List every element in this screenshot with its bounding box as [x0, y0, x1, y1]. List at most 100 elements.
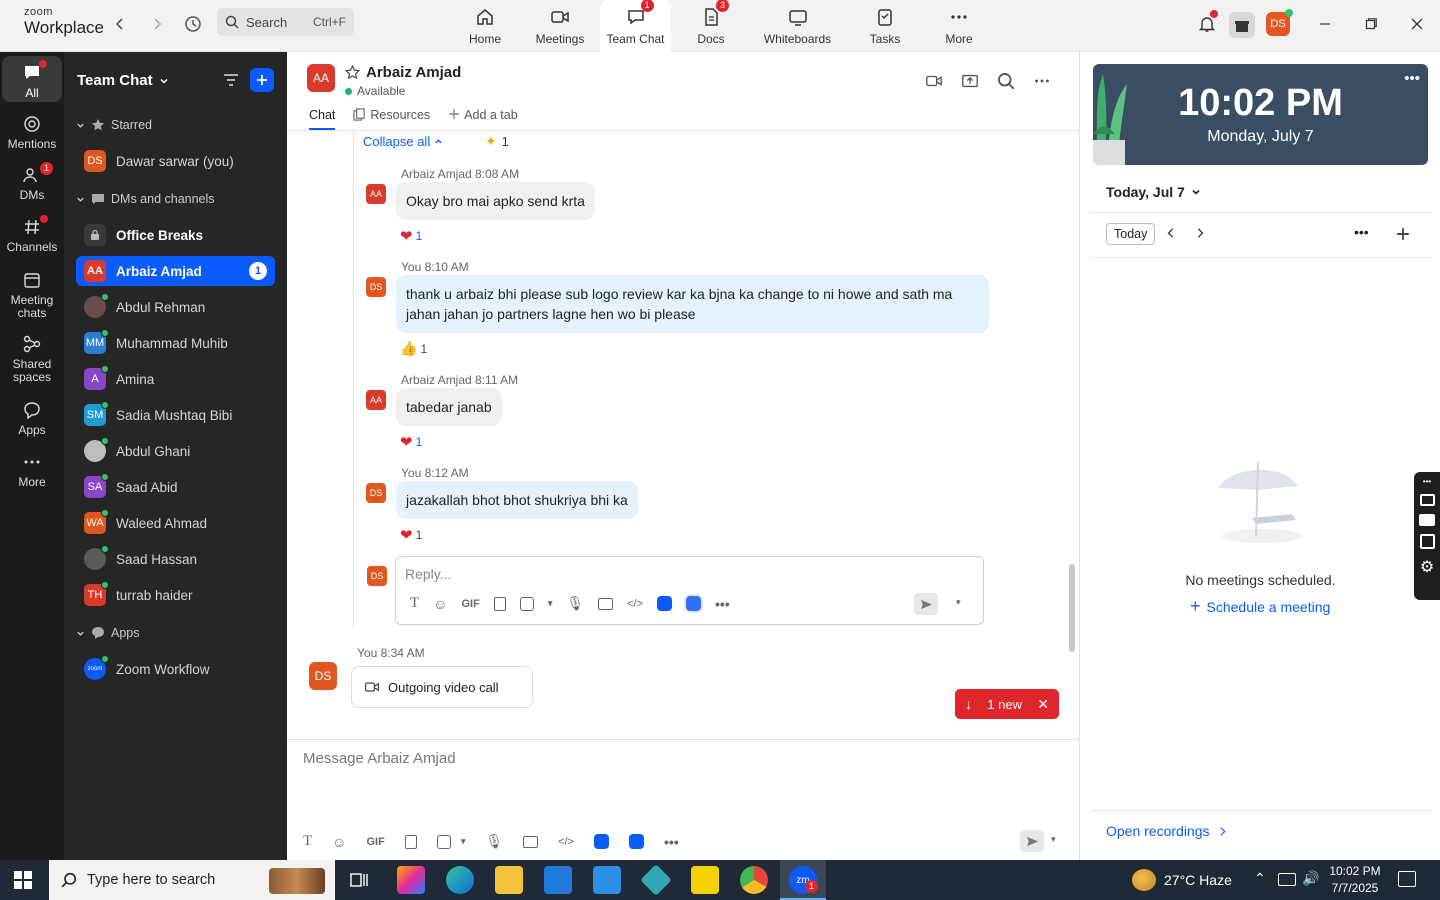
ai-summary-chip[interactable]: ✦ 1 [485, 133, 509, 150]
app-icon[interactable] [684, 594, 704, 613]
day-selector[interactable]: Today, Jul 7 [1106, 184, 1201, 200]
video-message-icon[interactable] [598, 597, 614, 610]
sticky-notes-icon[interactable] [691, 866, 719, 894]
back-icon[interactable] [108, 12, 132, 36]
filter-icon[interactable] [222, 71, 240, 89]
list-item-sadia[interactable]: SM Sadia Mushtaq Bibi [76, 400, 275, 430]
reaction-heart[interactable]: ❤ 1 [400, 227, 422, 245]
prev-day-icon[interactable] [1166, 228, 1176, 238]
video-call-icon[interactable] [925, 72, 943, 90]
list-item-muhammad-muhib[interactable]: MM Muhammad Muhib [76, 328, 275, 358]
tab-tasks[interactable]: Tasks [866, 0, 904, 52]
rail-channels[interactable]: Channels [2, 215, 62, 254]
task-view-icon[interactable] [350, 871, 368, 889]
microphone-icon[interactable]: 🎙 [566, 595, 584, 612]
rail-more[interactable]: More [2, 453, 62, 489]
section-dms-channels[interactable]: DMs and channels [76, 192, 215, 206]
tab-team-chat[interactable]: 1 Team Chat [600, 0, 671, 52]
copilot-app-icon[interactable] [397, 866, 425, 894]
rail-mentions[interactable]: Mentions [2, 115, 62, 151]
app-icon[interactable] [640, 864, 672, 896]
screenshot-icon[interactable] [436, 834, 451, 849]
emoji-icon[interactable]: ☺ [332, 834, 346, 850]
next-day-icon[interactable] [1195, 228, 1205, 238]
tab-home[interactable]: Home [463, 0, 507, 52]
notification-center-icon[interactable] [1398, 871, 1416, 887]
gear-icon[interactable]: ⚙ [1420, 557, 1434, 577]
gif-icon[interactable]: GIF [366, 836, 384, 848]
forward-icon[interactable] [145, 12, 169, 36]
open-recordings-link[interactable]: Open recordings [1106, 823, 1227, 839]
reaction-heart[interactable]: ❤ 1 [400, 433, 422, 451]
schedule-meeting-link[interactable]: + Schedule a meeting [1190, 596, 1330, 617]
code-icon[interactable]: </> [558, 836, 574, 848]
chevron-down-icon[interactable]: ▾ [548, 598, 553, 609]
list-item-abdul-ghani[interactable]: Abdul Ghani [76, 436, 275, 466]
gif-icon[interactable]: GIF [461, 598, 479, 610]
tab-add[interactable]: Add a tab [448, 108, 518, 130]
rail-shared-spaces[interactable]: Shared spaces [2, 335, 62, 384]
list-item-amina[interactable]: A Amina [76, 364, 275, 394]
network-icon[interactable] [1278, 873, 1296, 886]
store-app-icon[interactable] [544, 866, 572, 894]
message-avatar[interactable]: AA [366, 184, 386, 204]
user-avatar[interactable]: DS [1266, 9, 1293, 36]
search-icon[interactable] [997, 72, 1015, 90]
taskbar-search[interactable]: Type here to search [49, 860, 335, 900]
send-icon[interactable] [914, 593, 938, 615]
section-starred[interactable]: Starred [76, 118, 152, 132]
notifications-bell-icon[interactable] [1195, 10, 1219, 36]
list-item-zoom-workflow[interactable]: zoom Zoom Workflow [76, 654, 275, 684]
team-chat-title[interactable]: Team Chat [77, 72, 169, 89]
video-icon[interactable] [1419, 514, 1435, 526]
file-explorer-icon[interactable] [495, 866, 523, 894]
emoji-icon[interactable]: ☺ [433, 596, 447, 612]
new-messages-pill[interactable]: ↓ 1 new ✕ [955, 689, 1059, 719]
reply-input[interactable]: Reply... [405, 566, 451, 582]
zoom-taskbar-button[interactable]: zm 1 [780, 860, 826, 900]
video-message-icon[interactable] [523, 835, 539, 848]
today-button[interactable]: Today [1106, 223, 1156, 245]
add-event-icon[interactable] [1396, 227, 1410, 241]
reply-box[interactable]: Reply... T ☺ GIF ▾ 🎙 </> ••• ▾ [395, 556, 984, 625]
close-icon[interactable]: ✕ [1037, 696, 1049, 713]
reaction-heart[interactable]: ❤ 1 [400, 526, 422, 544]
scrollbar[interactable] [1069, 564, 1075, 652]
outgoing-call-card[interactable]: Outgoing video call [351, 666, 533, 708]
contact-avatar[interactable]: AA [307, 64, 335, 92]
text-format-icon[interactable]: T [303, 833, 312, 850]
list-item-dawar[interactable]: DS Dawar sarwar (you) [76, 146, 275, 176]
window-icon[interactable] [1419, 534, 1435, 549]
search-bar[interactable]: Search Ctrl+F [217, 8, 354, 36]
more-icon[interactable]: ••• [664, 834, 679, 850]
pin-icon[interactable]: ••• [1423, 477, 1431, 486]
tab-chat[interactable]: Chat [309, 108, 336, 130]
tab-docs[interactable]: 3 Docs [690, 0, 732, 52]
list-item-office-breaks[interactable]: Office Breaks [76, 220, 275, 250]
gift-icon[interactable] [1229, 12, 1255, 38]
app-icon[interactable] [657, 596, 673, 611]
microphone-icon[interactable]: 🎙 [485, 833, 503, 850]
screenshot-icon[interactable] [519, 596, 534, 611]
list-item-waleed-ahmad[interactable]: WA Waleed Ahmad [76, 508, 275, 538]
share-screen-icon[interactable] [961, 72, 979, 90]
message-bubble[interactable]: tabedar janab [396, 388, 502, 426]
message-input[interactable]: Message Arbaiz Amjad [303, 750, 456, 767]
more-icon[interactable]: ••• [715, 596, 730, 612]
more-icon[interactable]: ••• [1404, 70, 1420, 87]
close-icon[interactable] [1405, 12, 1429, 36]
app-icon[interactable] [594, 834, 610, 849]
file-icon[interactable] [404, 834, 417, 849]
maximize-icon[interactable] [1359, 12, 1383, 36]
text-format-icon[interactable]: T [410, 595, 419, 612]
list-item-saad-abid[interactable]: SA Saad Abid [76, 472, 275, 502]
send-icon[interactable] [1020, 830, 1044, 852]
app-icon[interactable] [629, 834, 645, 849]
tab-more[interactable]: More [940, 0, 978, 52]
reaction-thumbs-up[interactable]: 👍 1 [400, 340, 427, 357]
chevron-down-icon[interactable]: ▾ [461, 836, 466, 847]
windows-start-icon[interactable] [14, 871, 32, 889]
collapse-all-button[interactable]: Collapse all [363, 134, 443, 149]
list-item-abdul-rehman[interactable]: Abdul Rehman [76, 292, 275, 322]
weather-text[interactable]: 27°C Haze [1164, 872, 1232, 888]
